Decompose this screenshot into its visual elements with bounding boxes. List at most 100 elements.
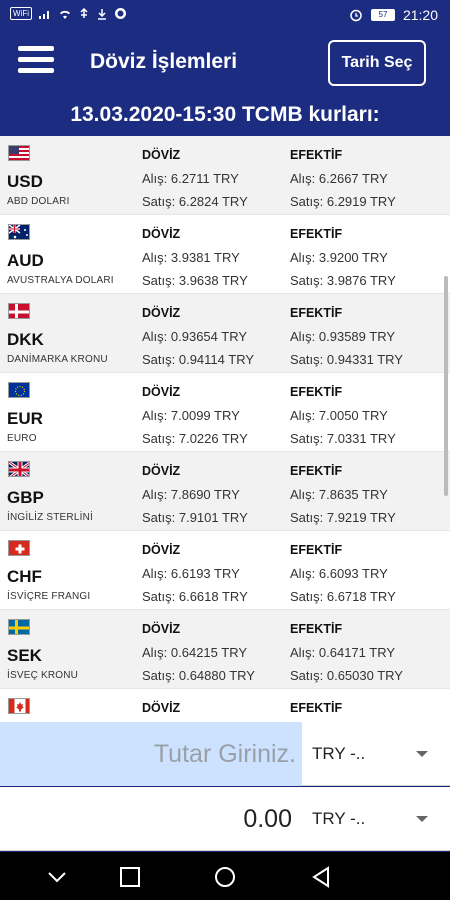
recents-icon[interactable] <box>117 864 143 890</box>
doviz-buy: Alış: 0.64215 TRY <box>142 645 248 660</box>
efektif-column: EFEKTİF Alış: 7.0050 TRY Satış: 7.0331 T… <box>290 385 396 454</box>
doviz-header: DÖVİZ <box>142 227 181 241</box>
efektif-buy: Alış: 6.2667 TRY <box>290 171 388 186</box>
doviz-header: DÖVİZ <box>142 306 181 320</box>
efektif-header: EFEKTİF <box>290 701 343 715</box>
currency-row-dkk[interactable]: DKK DANİMARKA KRONU DÖVİZ Alış: 0.93654 … <box>0 294 450 373</box>
menu-icon[interactable] <box>18 46 54 78</box>
doviz-buy: Alış: 7.8690 TRY <box>142 487 240 502</box>
back-icon[interactable] <box>308 864 334 890</box>
amount-input[interactable]: Tutar Giriniz. <box>0 722 302 786</box>
currency-code: EUR <box>7 409 43 428</box>
doviz-sell: Satış: 0.94114 TRY <box>142 352 255 367</box>
doviz-sell: Satış: 7.9101 TRY <box>142 510 248 525</box>
battery-icon: 57 <box>370 9 395 21</box>
page-title: Döviz İşlemleri <box>90 50 238 73</box>
app-bar: Döviz İşlemleri Tarih Seç <box>0 32 450 94</box>
efektif-column: EFEKTİF Alış: 6.2667 TRY Satış: 6.2919 T… <box>290 148 396 217</box>
efektif-buy: Alış: 7.0050 TRY <box>290 408 388 423</box>
currency-row-gbp[interactable]: GBP İNGİLİZ STERLİNİ DÖVİZ Alış: 7.8690 … <box>0 452 450 531</box>
efektif-column: EFEKTİF Alış: 0.64171 TRY Satış: 0.65030… <box>290 622 403 691</box>
efektif-buy: Alış: 0.93589 TRY <box>290 329 396 344</box>
converter-input-row: Tutar Giriniz. TRY -.. <box>0 722 450 786</box>
currency-name: ABD DOLARI <box>7 196 70 207</box>
doviz-column: DÖVİZ Alış: 7.8690 TRY Satış: 7.9101 TRY <box>142 464 248 533</box>
efektif-header: EFEKTİF <box>290 227 343 241</box>
efektif-column: EFEKTİF Alış: 3.9200 TRY Satış: 3.9876 T… <box>290 227 396 296</box>
currency-code: GBP <box>7 488 44 507</box>
status-icons-left: WiFi <box>10 7 127 20</box>
efektif-header: EFEKTİF <box>290 148 343 162</box>
doviz-sell: Satış: 6.6618 TRY <box>142 589 248 604</box>
efektif-header: EFEKTİF <box>290 464 343 478</box>
currency-row-eur[interactable]: EUR EURO DÖVİZ Alış: 7.0099 TRY Satış: 7… <box>0 373 450 452</box>
doviz-column: DÖVİZ Alış: 6.2711 TRY Satış: 6.2824 TRY <box>142 148 248 217</box>
currency-name: İNGİLİZ STERLİNİ <box>7 512 93 523</box>
efektif-column: EFEKTİF Alış: 0.93589 TRY Satış: 0.94331… <box>290 306 403 375</box>
efektif-column: EFEKTİF <box>290 701 342 722</box>
rates-date-header: 13.03.2020-15:30 TCMB kurları: <box>0 94 450 136</box>
input-currency-value: TRY -.. <box>312 744 366 763</box>
currency-name: İSVİÇRE FRANGI <box>7 591 91 602</box>
wifi-icon <box>60 10 70 19</box>
currency-name: EURO <box>7 433 37 444</box>
converter-output-row: 0.00 TRY -.. <box>0 787 450 851</box>
efektif-buy: Alış: 3.9200 TRY <box>290 250 388 265</box>
currency-code: AUD <box>7 251 44 270</box>
output-currency-select[interactable]: TRY -.. <box>302 787 450 851</box>
doviz-buy: Alış: 0.93654 TRY <box>142 329 248 344</box>
list-scrollbar[interactable] <box>444 276 448 496</box>
doviz-sell: Satış: 7.0226 TRY <box>142 431 248 446</box>
whatsapp-icon <box>115 8 126 19</box>
efektif-header: EFEKTİF <box>290 622 343 636</box>
doviz-buy: Alış: 6.6193 TRY <box>142 566 240 581</box>
efektif-header: EFEKTİF <box>290 385 343 399</box>
input-currency-select[interactable]: TRY -.. <box>302 722 450 786</box>
doviz-column: DÖVİZ Alış: 6.6193 TRY Satış: 6.6618 TRY <box>142 543 248 612</box>
currency-list[interactable]: USD ABD DOLARI DÖVİZ Alış: 6.2711 TRY Sa… <box>0 136 450 722</box>
doviz-column: DÖVİZ <box>142 701 180 722</box>
currency-name: AVUSTRALYA DOLARI <box>7 275 114 286</box>
efektif-buy: Alış: 6.6093 TRY <box>290 566 388 581</box>
currency-row-aud[interactable]: AUD AVUSTRALYA DOLARI DÖVİZ Alış: 3.9381… <box>0 215 450 294</box>
doviz-header: DÖVİZ <box>142 622 181 636</box>
currency-row-sek[interactable]: SEK İSVEÇ KRONU DÖVİZ Alış: 0.64215 TRY … <box>0 610 450 689</box>
efektif-sell: Satış: 0.94331 TRY <box>290 352 403 367</box>
efektif-sell: Satış: 7.9219 TRY <box>290 510 396 525</box>
currency-row-chf[interactable]: CHF İSVİÇRE FRANGI DÖVİZ Alış: 6.6193 TR… <box>0 531 450 610</box>
doviz-column: DÖVİZ Alış: 7.0099 TRY Satış: 7.0226 TRY <box>142 385 248 454</box>
output-currency-value: TRY -.. <box>312 809 366 828</box>
se-flag-icon <box>8 619 30 635</box>
download-icon <box>98 8 106 20</box>
efektif-buy: Alış: 7.8635 TRY <box>290 487 388 502</box>
doviz-sell: Satış: 0.64880 TRY <box>142 668 255 683</box>
alarm-icon <box>350 9 362 22</box>
efektif-column: EFEKTİF Alış: 7.8635 TRY Satış: 7.9219 T… <box>290 464 396 533</box>
efektif-header: EFEKTİF <box>290 306 343 320</box>
converted-amount: 0.00 <box>243 805 292 833</box>
doviz-buy: Alış: 7.0099 TRY <box>142 408 240 423</box>
efektif-sell: Satış: 3.9876 TRY <box>290 273 396 288</box>
select-date-button[interactable]: Tarih Seç <box>328 40 426 86</box>
efektif-sell: Satış: 6.2919 TRY <box>290 194 396 209</box>
home-icon[interactable] <box>212 864 238 890</box>
eu-flag-icon <box>8 382 30 398</box>
doviz-header: DÖVİZ <box>142 701 181 715</box>
doviz-column: DÖVİZ Alış: 3.9381 TRY Satış: 3.9638 TRY <box>142 227 248 296</box>
currency-row-usd[interactable]: USD ABD DOLARI DÖVİZ Alış: 6.2711 TRY Sa… <box>0 136 450 215</box>
doviz-header: DÖVİZ <box>142 385 181 399</box>
doviz-buy: Alış: 6.2711 TRY <box>142 171 239 186</box>
currency-code: CHF <box>7 567 42 586</box>
signal-icon <box>39 10 49 19</box>
au-flag-icon <box>8 224 30 240</box>
nav-down-icon[interactable] <box>44 864 70 890</box>
doviz-buy: Alış: 3.9381 TRY <box>142 250 240 265</box>
efektif-sell: Satış: 7.0331 TRY <box>290 431 396 446</box>
currency-name: İSVEÇ KRONU <box>7 670 79 681</box>
currency-row-cad[interactable]: DÖVİZ EFEKTİF <box>0 689 450 722</box>
doviz-header: DÖVİZ <box>142 543 181 557</box>
system-nav-bar <box>0 852 450 900</box>
efektif-sell: Satış: 6.6718 TRY <box>290 589 396 604</box>
ch-flag-icon <box>8 540 30 556</box>
efektif-buy: Alış: 0.64171 TRY <box>290 645 396 660</box>
